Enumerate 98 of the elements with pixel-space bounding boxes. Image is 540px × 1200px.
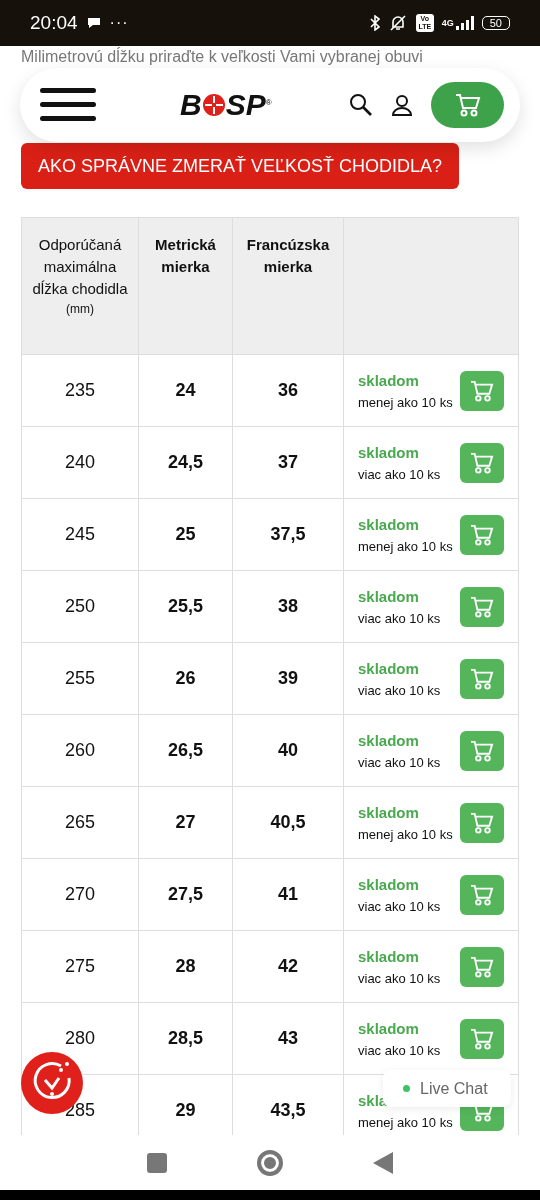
length-value: 240: [64, 452, 95, 473]
stock-amount: viac ako 10 ks: [358, 682, 441, 698]
length-value: 245: [64, 524, 95, 545]
stock-amount: viac ako 10 ks: [358, 754, 441, 770]
stock-status: skladom: [358, 731, 420, 749]
french-size: 43,5: [270, 1100, 306, 1121]
stock-status: skladom: [358, 875, 420, 893]
length-value: 275: [64, 956, 95, 977]
add-to-cart-button[interactable]: [460, 442, 504, 483]
cart-icon: [470, 1027, 494, 1050]
signal-icon: [455, 16, 474, 30]
add-to-cart-button[interactable]: [460, 946, 504, 987]
cart-icon: [470, 739, 494, 762]
stock-amount: viac ako 10 ks: [358, 898, 441, 914]
length-value: 255: [64, 668, 95, 689]
cart-icon: [470, 379, 494, 402]
metric-size: 24,5: [167, 452, 203, 473]
user-icon[interactable]: [391, 94, 413, 116]
metric-size: 25: [175, 524, 196, 545]
cart-icon: [470, 811, 494, 834]
measure-guide-button[interactable]: AKO SPRÁVNE ZMERAŤ VEĽKOSŤ CHODIDLA?: [21, 143, 460, 189]
column-label: Odporúčaná maximálna dĺžka chodidla: [31, 235, 129, 299]
length-value: 270: [64, 884, 95, 905]
metric-size: 24: [175, 380, 196, 401]
metric-size: 25,5: [167, 596, 203, 617]
french-size: 42: [278, 956, 298, 977]
metric-size: 28,5: [167, 1028, 203, 1049]
logo-text: SP: [225, 88, 266, 122]
metric-size: 27: [175, 812, 196, 833]
length-value: 260: [64, 740, 95, 761]
add-to-cart-button[interactable]: [460, 514, 504, 555]
length-value: 235: [64, 380, 95, 401]
cart-button[interactable]: [431, 82, 504, 128]
french-size: 40,5: [270, 812, 306, 833]
back-button[interactable]: [373, 1151, 393, 1174]
cart-icon: [470, 595, 494, 618]
battery-indicator: 50: [481, 16, 510, 30]
add-to-cart-button[interactable]: [460, 730, 504, 771]
logo-mark-icon: [201, 93, 226, 117]
stock-status: skladom: [358, 1019, 420, 1037]
stock-status: skladom: [358, 443, 420, 461]
home-button[interactable]: [257, 1149, 283, 1176]
stock-status: skladom: [358, 587, 420, 605]
logo-letter: B: [180, 88, 202, 122]
cart-icon: [470, 667, 494, 690]
french-size: 43: [278, 1028, 298, 1049]
add-to-cart-button[interactable]: [460, 1018, 504, 1059]
stock-status: skladom: [358, 803, 420, 821]
french-size: 37: [278, 452, 298, 473]
cart-icon: [470, 883, 494, 906]
length-value: 280: [64, 1028, 95, 1049]
add-to-cart-button[interactable]: [460, 586, 504, 627]
stock-amount: viac ako 10 ks: [358, 466, 441, 482]
intro-text: Milimetrovú dĺžku priraďte k veľkosti Vami vybranej obuvi: [21, 48, 424, 66]
stock-amount: viac ako 10 ks: [358, 970, 441, 986]
add-to-cart-button[interactable]: [460, 874, 504, 915]
cart-icon: [470, 523, 494, 546]
french-size: 36: [278, 380, 298, 401]
status-time: 20:04: [30, 12, 78, 34]
french-size: 38: [278, 596, 298, 617]
chat-bubble-icon: [85, 16, 102, 30]
more-notifications: ···: [109, 14, 129, 32]
stock-status: skladom: [358, 659, 420, 677]
french-size: 37,5: [270, 524, 306, 545]
metric-size: 27,5: [167, 884, 203, 905]
cart-icon: [470, 955, 494, 978]
stock-status: skladom: [358, 515, 420, 533]
stock-amount: menej ako 10 ks: [358, 538, 453, 554]
stock-amount: menej ako 10 ks: [358, 826, 453, 842]
add-to-cart-button[interactable]: [460, 370, 504, 411]
french-size: 40: [278, 740, 298, 761]
recents-button[interactable]: [147, 1152, 167, 1173]
menu-icon[interactable]: [40, 88, 96, 122]
stock-amount: menej ako 10 ks: [358, 1114, 453, 1130]
cart-icon: [454, 93, 481, 117]
unit-label: (mm): [66, 302, 94, 316]
stock-status: skladom: [358, 947, 420, 965]
stock-amount: viac ako 10 ks: [358, 610, 441, 626]
length-value: 250: [64, 596, 95, 617]
registered-mark: ®: [265, 98, 272, 107]
metric-size: 26,5: [167, 740, 203, 761]
network-label: 4G: [441, 18, 454, 28]
metric-size: 28: [175, 956, 196, 977]
column-label: Francúzska mierka: [245, 235, 331, 277]
column-label: Metrická mierka: [154, 235, 217, 277]
bluetooth-icon: [369, 15, 380, 31]
stock-amount: menej ako 10 ks: [358, 394, 453, 410]
metric-size: 29: [175, 1100, 196, 1121]
length-value: 265: [64, 812, 95, 833]
stock-amount: viac ako 10 ks: [358, 1042, 441, 1058]
cart-icon: [470, 451, 494, 474]
stock-status: skladom: [358, 371, 420, 389]
add-to-cart-button[interactable]: [460, 802, 504, 843]
search-icon[interactable]: [349, 93, 373, 117]
metric-size: 26: [175, 668, 196, 689]
french-size: 41: [278, 884, 298, 905]
french-size: 39: [278, 668, 298, 689]
add-to-cart-button[interactable]: [460, 658, 504, 699]
